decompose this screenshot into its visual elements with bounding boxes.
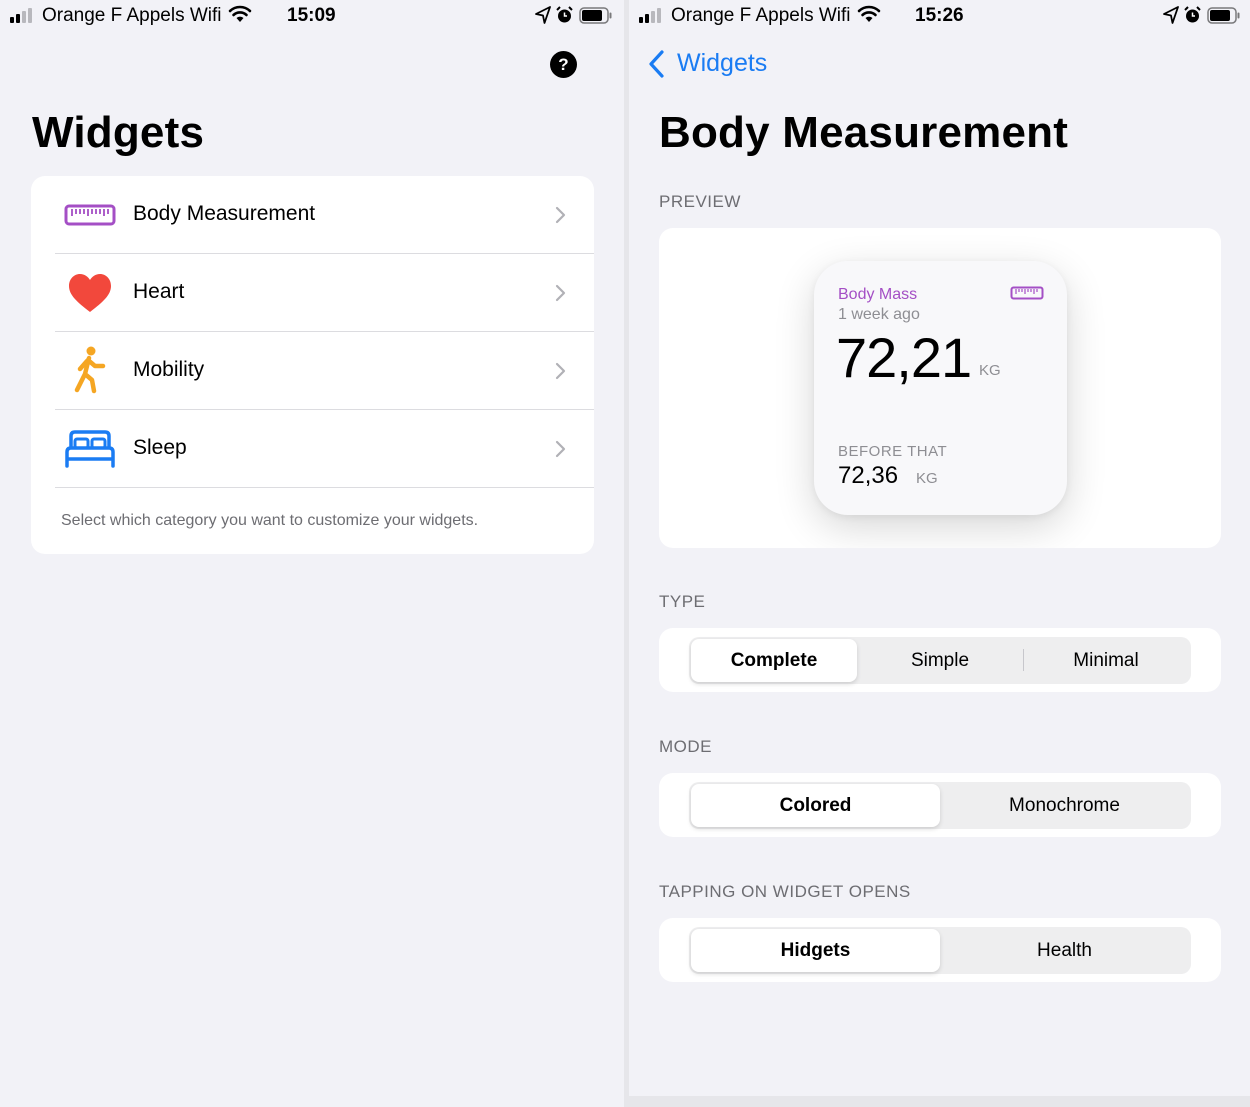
page-title: Widgets xyxy=(32,108,205,157)
status-bar: Orange F Appels Wifi 15:09 xyxy=(0,0,624,32)
carrier-label: Orange F Appels Wifi xyxy=(42,5,222,26)
segment-complete[interactable]: Complete xyxy=(691,639,857,682)
chevron-right-icon xyxy=(555,206,566,224)
status-bar: Orange F Appels Wifi 15:26 xyxy=(629,0,1250,32)
status-time: 15:09 xyxy=(287,5,336,26)
section-header-tap-action: TAPPING ON WIDGET OPENS xyxy=(659,882,911,901)
mode-segmented-control: Colored Monochrome xyxy=(689,782,1191,829)
chevron-right-icon xyxy=(555,440,566,458)
segment-simple[interactable]: Simple xyxy=(857,639,1023,682)
wifi-icon xyxy=(228,5,252,22)
segment-divider xyxy=(1023,649,1024,671)
location-arrow-icon xyxy=(1163,6,1179,24)
type-segmented-control: Complete Simple Minimal xyxy=(689,637,1191,684)
type-picker-card: Complete Simple Minimal xyxy=(659,628,1221,692)
section-header-type: TYPE xyxy=(659,592,706,611)
cellular-signal-icon xyxy=(639,7,665,23)
chevron-right-icon xyxy=(555,362,566,380)
widget-subtitle: 1 week ago xyxy=(838,306,920,323)
widgets-list-screen: Orange F Appels Wifi 15:09 ? Widgets Bod… xyxy=(0,0,624,1107)
menu-footer-text: Select which category you want to custom… xyxy=(61,512,479,529)
menu-item-mobility[interactable]: Mobility xyxy=(55,332,594,410)
widget-previous-unit: KG xyxy=(916,470,938,487)
chevron-left-icon xyxy=(649,50,664,78)
menu-item-label: Sleep xyxy=(133,436,187,459)
cellular-signal-icon xyxy=(10,7,36,23)
widget-preview-card: Body Mass 1 week ago 72,21 KG BEFORE THA… xyxy=(659,228,1221,548)
battery-icon xyxy=(579,7,612,24)
widget-previous-label: BEFORE THAT xyxy=(838,443,948,460)
widget-previous-value: 72,36 xyxy=(838,462,899,489)
wifi-icon xyxy=(857,5,881,22)
menu-item-label: Body Measurement xyxy=(133,202,316,225)
tap-action-picker-card: Hidgets Health xyxy=(659,918,1221,982)
section-header-preview: PREVIEW xyxy=(659,192,741,211)
tap-action-segmented-control: Hidgets Health xyxy=(689,927,1191,974)
menu-item-label: Heart xyxy=(133,280,185,303)
back-button-label: Widgets xyxy=(677,49,768,77)
page-title: Body Measurement xyxy=(659,108,1069,157)
status-time: 15:26 xyxy=(915,5,964,26)
alarm-icon xyxy=(556,6,573,23)
body-mass-widget-preview: Body Mass 1 week ago 72,21 KG BEFORE THA… xyxy=(814,261,1067,515)
menu-item-body-measurement[interactable]: Body Measurement xyxy=(55,176,594,254)
segment-monochrome[interactable]: Monochrome xyxy=(940,784,1189,827)
ruler-icon xyxy=(64,204,116,226)
segment-minimal[interactable]: Minimal xyxy=(1023,639,1189,682)
ruler-icon xyxy=(1010,286,1044,300)
location-arrow-icon xyxy=(535,6,551,24)
walking-person-icon xyxy=(74,346,106,394)
widget-value: 72,21 xyxy=(836,326,972,389)
alarm-icon xyxy=(1184,6,1201,23)
segment-health[interactable]: Health xyxy=(940,929,1189,972)
widget-category-list: Body Measurement Heart Mobility Sleep Se… xyxy=(31,176,594,554)
menu-item-label: Mobility xyxy=(133,358,205,381)
heart-icon xyxy=(69,274,111,312)
segment-hidgets[interactable]: Hidgets xyxy=(691,929,940,972)
section-header-mode: MODE xyxy=(659,737,712,756)
segment-colored[interactable]: Colored xyxy=(691,784,940,827)
body-measurement-settings-screen: Orange F Appels Wifi 15:26 Widgets Body … xyxy=(629,0,1250,1096)
menu-item-heart[interactable]: Heart xyxy=(55,254,594,332)
mode-picker-card: Colored Monochrome xyxy=(659,773,1221,837)
menu-item-sleep[interactable]: Sleep xyxy=(55,410,594,488)
carrier-label: Orange F Appels Wifi xyxy=(671,5,851,26)
widget-title: Body Mass xyxy=(838,286,918,303)
chevron-right-icon xyxy=(555,284,566,302)
bed-icon xyxy=(65,430,115,468)
help-button[interactable]: ? xyxy=(550,51,577,78)
widget-unit: KG xyxy=(979,362,1001,379)
battery-icon xyxy=(1207,7,1240,24)
